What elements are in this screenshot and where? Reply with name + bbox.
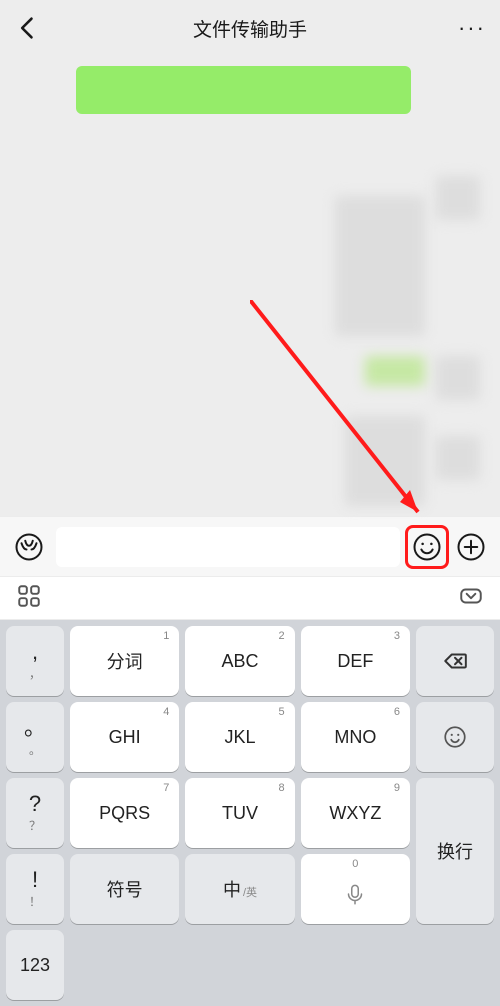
number-key[interactable]: 123 [6, 930, 64, 1000]
punct-key-comma[interactable]: ,， [6, 626, 64, 696]
symbol-key[interactable]: 符号 [70, 854, 179, 924]
message-bubble [76, 66, 411, 114]
avatar [436, 176, 480, 220]
back-button[interactable] [14, 14, 42, 42]
voice-input-icon[interactable] [12, 530, 46, 564]
key-3[interactable]: 3DEF [301, 626, 410, 696]
space-key[interactable]: 0 [301, 854, 410, 924]
avatar [436, 356, 480, 400]
chat-title: 文件传输助手 [193, 15, 307, 42]
punct-key-period[interactable]: 。。 [6, 702, 64, 772]
key-7[interactable]: 7PQRS [70, 778, 179, 848]
emoji-key[interactable] [416, 702, 494, 772]
chat-area [0, 56, 500, 516]
more-button[interactable]: ··· [458, 15, 486, 41]
key-5[interactable]: 5JKL [185, 702, 294, 772]
punct-key-question[interactable]: ?？ [6, 778, 64, 848]
key-8[interactable]: 8TUV [185, 778, 294, 848]
keyboard: ,， 1分词 2ABC 3DEF 。。 4GHI 5JKL 6MNO ?？ 7P… [0, 620, 500, 1006]
backspace-key[interactable] [416, 626, 494, 696]
grid-icon[interactable] [16, 583, 42, 614]
message-input[interactable] [56, 527, 400, 567]
message-image [335, 196, 425, 336]
avatar [436, 436, 480, 480]
emoji-button[interactable] [410, 530, 444, 564]
newline-key[interactable]: 换行 [416, 778, 494, 924]
key-1[interactable]: 1分词 [70, 626, 179, 696]
plus-button[interactable] [454, 530, 488, 564]
lang-key[interactable]: 中/英 [185, 854, 294, 924]
message-image [345, 416, 425, 506]
highlight-box [405, 525, 449, 569]
key-6[interactable]: 6MNO [301, 702, 410, 772]
punct-key-exclaim[interactable]: !！ [6, 854, 64, 924]
collapse-keyboard-icon[interactable] [458, 583, 484, 614]
key-2[interactable]: 2ABC [185, 626, 294, 696]
message-bubble [365, 356, 425, 386]
key-9[interactable]: 9WXYZ [301, 778, 410, 848]
candidate-bar [0, 576, 500, 620]
input-bar [0, 516, 500, 576]
key-4[interactable]: 4GHI [70, 702, 179, 772]
